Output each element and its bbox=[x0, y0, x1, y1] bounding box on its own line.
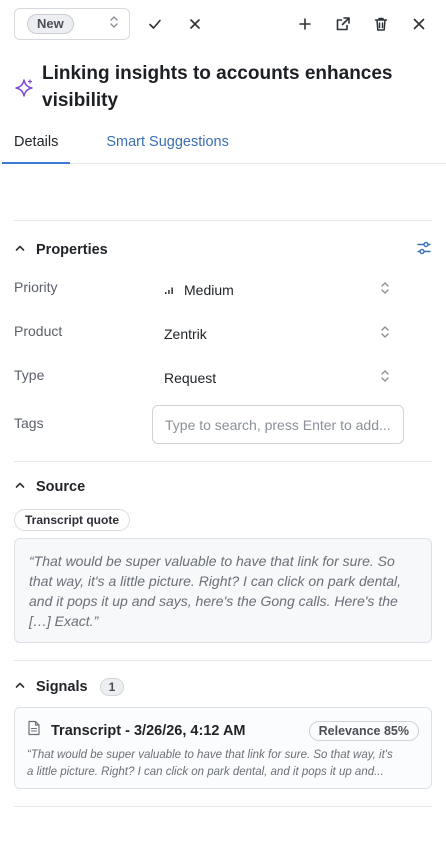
signals-title: Signals bbox=[36, 679, 88, 695]
source-header[interactable]: Source bbox=[14, 476, 432, 498]
title-row: Linking insights to accounts enhances vi… bbox=[14, 60, 426, 114]
properties-header[interactable]: Properties bbox=[14, 239, 432, 261]
product-value: Zentrik bbox=[164, 325, 207, 342]
divider bbox=[14, 220, 432, 221]
chevron-up-icon bbox=[14, 241, 26, 259]
product-select[interactable]: Zentrik bbox=[164, 325, 390, 342]
signal-strength-icon bbox=[164, 282, 174, 298]
chevron-up-down-icon bbox=[380, 281, 390, 298]
filter-settings-icon[interactable] bbox=[416, 240, 432, 261]
relevance-badge: Relevance 85% bbox=[308, 720, 419, 741]
divider bbox=[14, 461, 432, 462]
toolbar: New bbox=[14, 8, 432, 40]
signal-excerpt: “That would be super valuable to have th… bbox=[27, 747, 419, 781]
plus-icon[interactable] bbox=[292, 11, 318, 37]
priority-value: Medium bbox=[184, 281, 234, 298]
tab-details[interactable]: Details bbox=[2, 128, 71, 164]
source-title: Source bbox=[36, 479, 86, 495]
status-badge: New bbox=[27, 14, 74, 34]
chevron-up-icon bbox=[14, 478, 26, 496]
divider bbox=[14, 660, 432, 661]
sparkle-icon bbox=[14, 78, 34, 114]
chevron-up-down-icon bbox=[380, 369, 390, 386]
signal-excerpt-line-2: a little picture. Right? I can click on … bbox=[27, 766, 384, 778]
divider bbox=[14, 806, 432, 807]
document-icon bbox=[27, 720, 41, 741]
tags-label: Tags bbox=[14, 415, 44, 431]
type-value: Request bbox=[164, 369, 217, 386]
chevron-up-icon bbox=[14, 678, 26, 696]
page-title: Linking insights to accounts enhances vi… bbox=[42, 63, 393, 111]
tags-input[interactable]: Type to search, press Enter to add... bbox=[152, 405, 404, 444]
priority-label: Priority bbox=[14, 279, 58, 295]
external-link-icon[interactable] bbox=[330, 11, 356, 37]
source-quote: “That would be super valuable to have th… bbox=[14, 538, 432, 643]
trash-icon[interactable] bbox=[368, 11, 394, 37]
tab-smart-suggestions[interactable]: Smart Suggestions bbox=[94, 128, 241, 164]
cancel-icon[interactable] bbox=[182, 11, 208, 37]
product-label: Product bbox=[14, 323, 63, 339]
signal-title: Transcript - 3/26/26, 4:12 AM bbox=[51, 722, 246, 739]
properties-title: Properties bbox=[36, 242, 108, 258]
chevron-up-down-icon bbox=[380, 325, 390, 342]
type-label: Type bbox=[14, 367, 45, 383]
signal-card[interactable]: Transcript - 3/26/26, 4:12 AM Relevance … bbox=[14, 707, 432, 789]
check-icon[interactable] bbox=[142, 11, 168, 37]
signals-count-badge: 1 bbox=[99, 678, 125, 696]
signal-excerpt-line-1: “That would be super valuable to have th… bbox=[27, 749, 393, 761]
priority-select[interactable]: Medium bbox=[164, 281, 390, 298]
type-select[interactable]: Request bbox=[164, 369, 390, 386]
signals-header[interactable]: Signals 1 bbox=[14, 676, 432, 698]
source-type-chip: Transcript quote bbox=[14, 509, 131, 531]
close-icon[interactable] bbox=[406, 11, 432, 37]
status-select[interactable]: New bbox=[14, 8, 130, 40]
chevron-up-down-icon bbox=[109, 15, 119, 34]
tab-bar: Details Smart Suggestions bbox=[2, 128, 446, 164]
